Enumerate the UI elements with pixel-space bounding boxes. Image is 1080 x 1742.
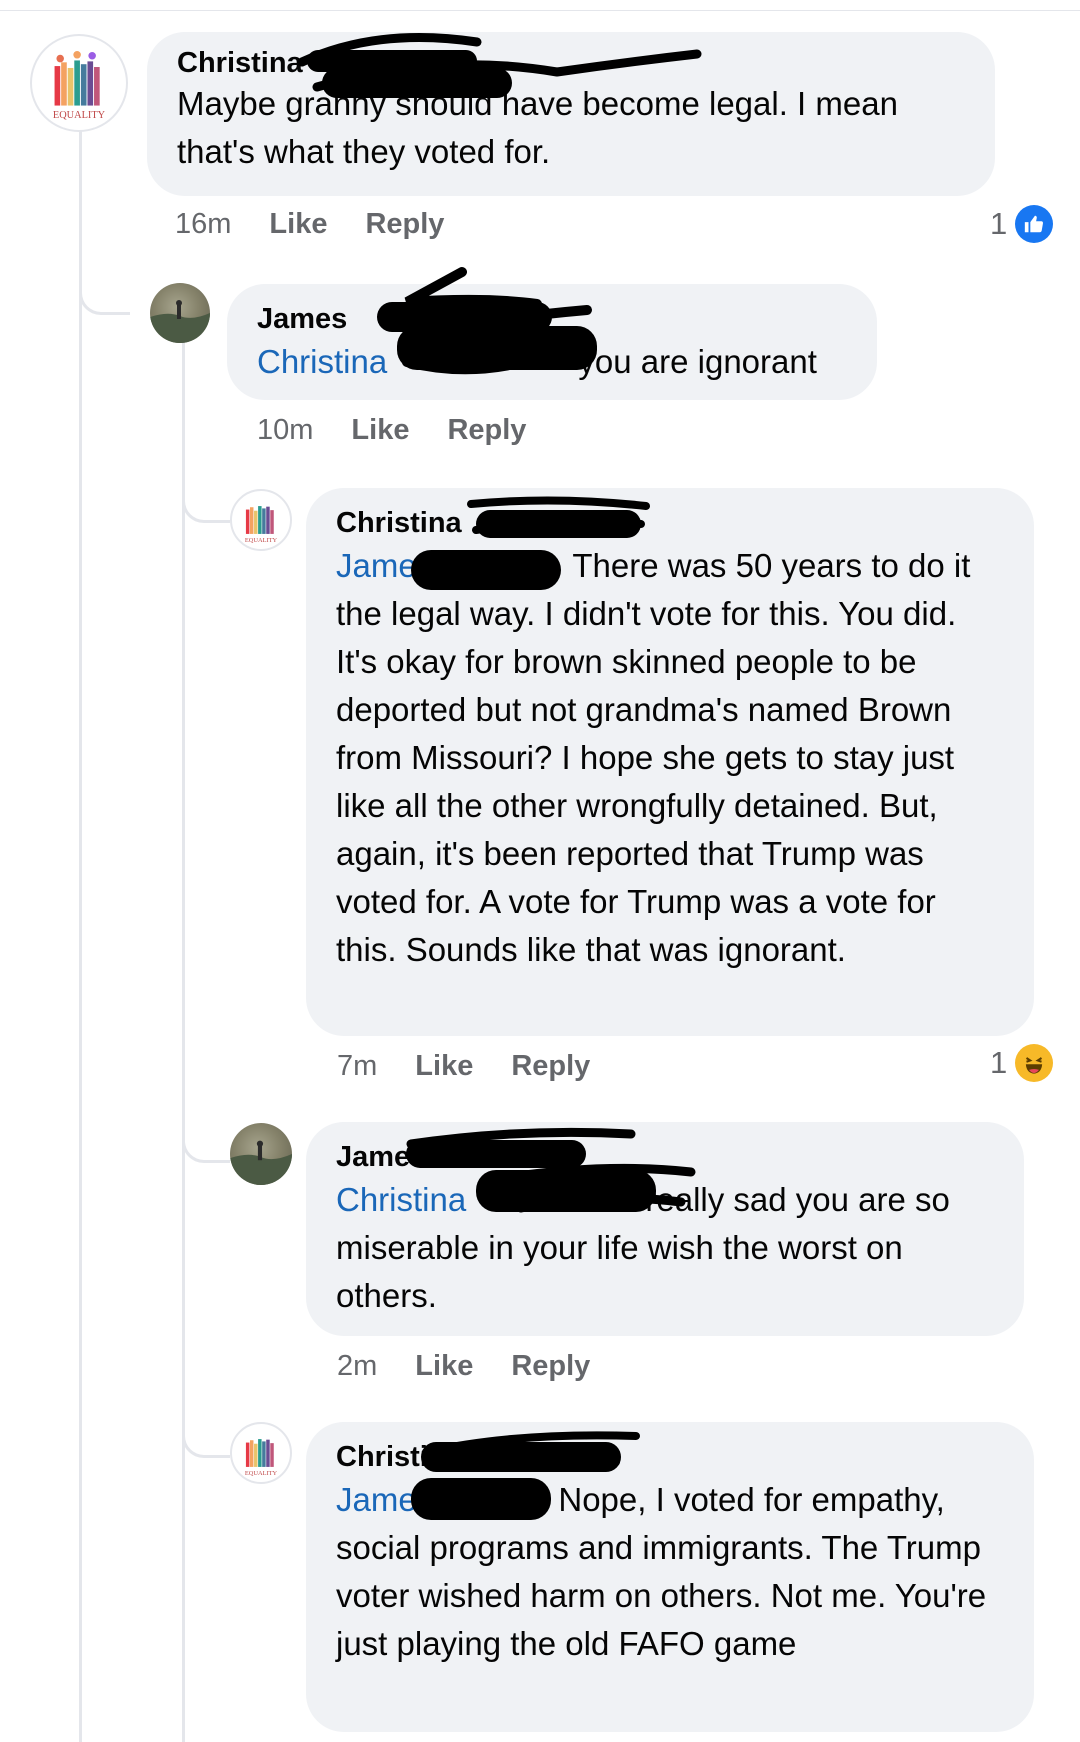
like-button[interactable]: Like <box>415 1350 473 1383</box>
equality-logo-icon: EQUALITY <box>245 506 278 544</box>
profile-photo-icon <box>230 1140 292 1185</box>
thread-connector <box>182 1400 230 1458</box>
scribble-redaction <box>422 1431 640 1470</box>
profile-photo-icon <box>150 300 210 343</box>
avatar[interactable] <box>150 283 210 343</box>
scribble-redaction <box>467 496 650 534</box>
thread-line-reply <box>182 340 185 1742</box>
reaction-number: 1 <box>990 206 1008 241</box>
reaction-count[interactable]: 1 <box>990 1044 1054 1082</box>
comment-time[interactable]: 7m <box>337 1050 377 1083</box>
scribble-redaction <box>402 267 592 375</box>
comment-bubble: James Christina really sad you are so mi… <box>306 1122 1024 1336</box>
svg-text:EQUALITY: EQUALITY <box>245 537 278 544</box>
comment-bubble: Christina James Nope, I voted for empath… <box>306 1422 1034 1732</box>
comment-time[interactable]: 2m <box>337 1350 377 1383</box>
scribble-redaction <box>406 1127 696 1213</box>
reply-button[interactable]: Reply <box>365 208 444 241</box>
thread-connector <box>182 460 230 523</box>
comment-author[interactable]: Christina <box>336 506 462 540</box>
comment-body: you are ignorant <box>578 343 817 380</box>
name-redaction <box>411 550 561 590</box>
like-button[interactable]: Like <box>351 414 409 447</box>
reply-button[interactable]: Reply <box>447 414 526 447</box>
comment-bubble: James Christina you are ignorant <box>227 267 877 400</box>
avatar[interactable]: EQUALITY <box>30 34 128 132</box>
comment-time[interactable]: 10m <box>257 414 313 447</box>
comment-body: There was 50 years to do it the legal wa… <box>336 547 971 968</box>
avatar[interactable] <box>230 1123 292 1185</box>
comment-time[interactable]: 16m <box>175 208 231 241</box>
reply-button[interactable]: Reply <box>511 1050 590 1083</box>
haha-icon <box>1015 1044 1054 1082</box>
avatar[interactable]: EQUALITY <box>230 1422 292 1484</box>
thread-connector <box>182 1100 230 1163</box>
comment-text: James There was 50 years to do it the le… <box>336 542 1004 974</box>
avatar[interactable]: EQUALITY <box>230 489 292 551</box>
comment-bubble: Christina James There was 50 years to do… <box>306 488 1034 1036</box>
equality-logo-icon: EQUALITY <box>245 1439 278 1477</box>
comment-bubble: Christina Maybe granny should have becom… <box>147 32 995 196</box>
thread-connector <box>79 230 130 315</box>
svg-text:EQUALITY: EQUALITY <box>245 1470 278 1477</box>
name-redaction <box>411 1478 551 1520</box>
like-icon <box>1015 205 1054 243</box>
equality-logo-icon: EQUALITY <box>53 51 106 121</box>
like-button[interactable]: Like <box>415 1050 473 1083</box>
reaction-count[interactable]: 1 <box>990 205 1054 243</box>
reaction-number: 1 <box>990 1045 1008 1080</box>
comment-meta: 7m Like Reply <box>337 1050 590 1083</box>
scribble-redaction <box>297 33 702 92</box>
comment-author[interactable]: Christina <box>177 46 303 80</box>
thread-line-main <box>79 130 82 1742</box>
like-button[interactable]: Like <box>269 208 327 241</box>
svg-text:EQUALITY: EQUALITY <box>53 110 106 121</box>
top-divider <box>0 10 1080 11</box>
comment-author[interactable]: James <box>257 302 347 336</box>
comment-meta: 10m Like Reply <box>257 414 526 447</box>
reply-button[interactable]: Reply <box>511 1350 590 1383</box>
comment-meta: 2m Like Reply <box>337 1350 590 1383</box>
comment-meta: 16m Like Reply <box>175 208 444 241</box>
